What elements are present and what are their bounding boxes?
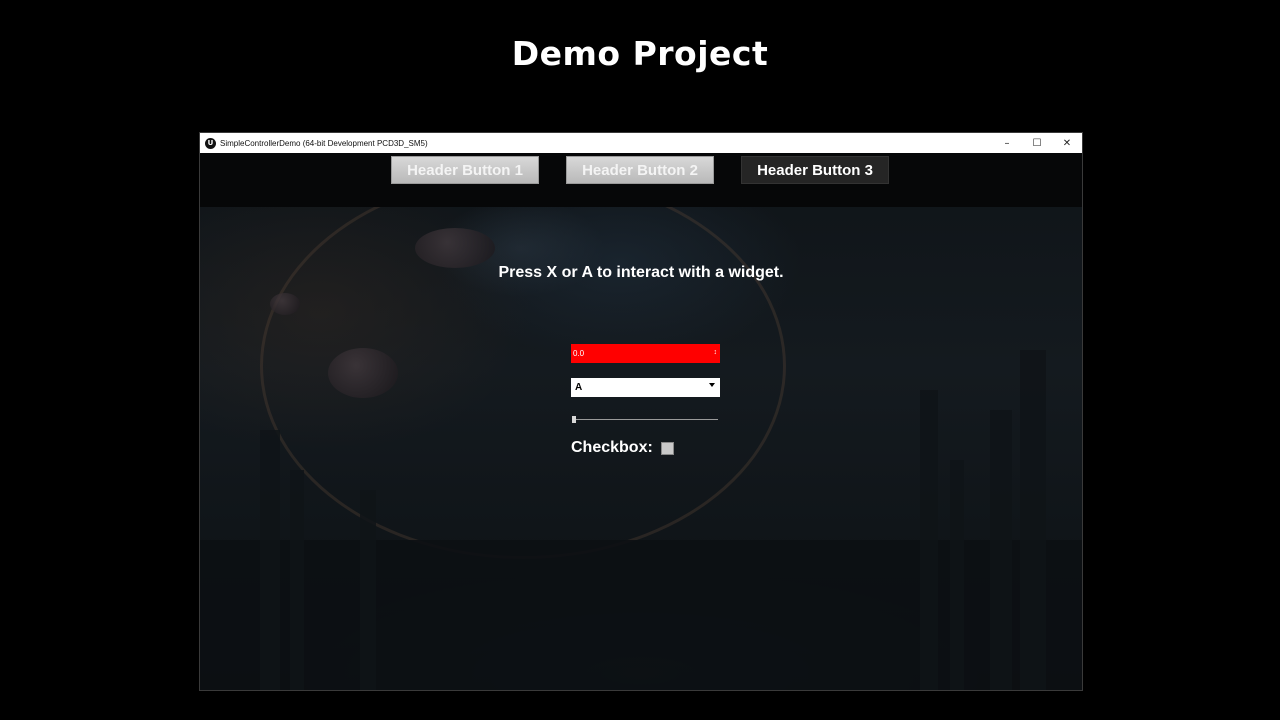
spinbox-value: 0.0 bbox=[573, 349, 585, 358]
header-button-3[interactable]: Header Button 3 bbox=[741, 156, 889, 184]
header-button-2[interactable]: Header Button 2 bbox=[566, 156, 714, 184]
slider-track[interactable] bbox=[572, 419, 718, 420]
checkbox[interactable] bbox=[660, 441, 674, 455]
combobox[interactable]: A bbox=[571, 378, 720, 397]
background-tower bbox=[920, 390, 938, 690]
close-button[interactable]: ✕ bbox=[1052, 133, 1082, 153]
background-tower bbox=[990, 410, 1012, 690]
checkbox-label: Checkbox: bbox=[571, 439, 653, 456]
background-tower bbox=[1020, 350, 1046, 690]
slide-title: Demo Project bbox=[511, 34, 769, 73]
numeric-spinbox[interactable]: 0.0 ↕ bbox=[571, 344, 720, 363]
background-tower bbox=[950, 460, 964, 690]
background-tower bbox=[360, 490, 376, 690]
background-tower bbox=[290, 470, 304, 690]
checkbox-row: Checkbox: bbox=[571, 438, 674, 458]
unreal-logo-icon: U bbox=[205, 137, 216, 149]
instruction-text: Press X or A to interact with a widget. bbox=[498, 264, 784, 281]
minimize-button[interactable]: – bbox=[992, 133, 1022, 153]
chevron-down-icon bbox=[709, 383, 715, 387]
window-titlebar[interactable]: U SimpleControllerDemo (64-bit Developme… bbox=[200, 133, 1082, 153]
combobox-selected: A bbox=[575, 382, 583, 393]
game-viewport bbox=[200, 153, 1082, 690]
header-button-1[interactable]: Header Button 1 bbox=[391, 156, 539, 184]
background-tower bbox=[260, 430, 280, 690]
maximize-button[interactable]: ☐ bbox=[1022, 133, 1052, 153]
background-moon bbox=[328, 348, 398, 398]
background-moon bbox=[270, 293, 300, 315]
window-title: SimpleControllerDemo (64-bit Development… bbox=[220, 138, 428, 148]
app-window: U SimpleControllerDemo (64-bit Developme… bbox=[199, 132, 1083, 691]
window-controls: – ☐ ✕ bbox=[992, 133, 1082, 153]
spinbox-arrows-icon: ↕ bbox=[713, 349, 718, 356]
slider-handle[interactable] bbox=[572, 416, 576, 423]
background-moon bbox=[415, 228, 495, 268]
